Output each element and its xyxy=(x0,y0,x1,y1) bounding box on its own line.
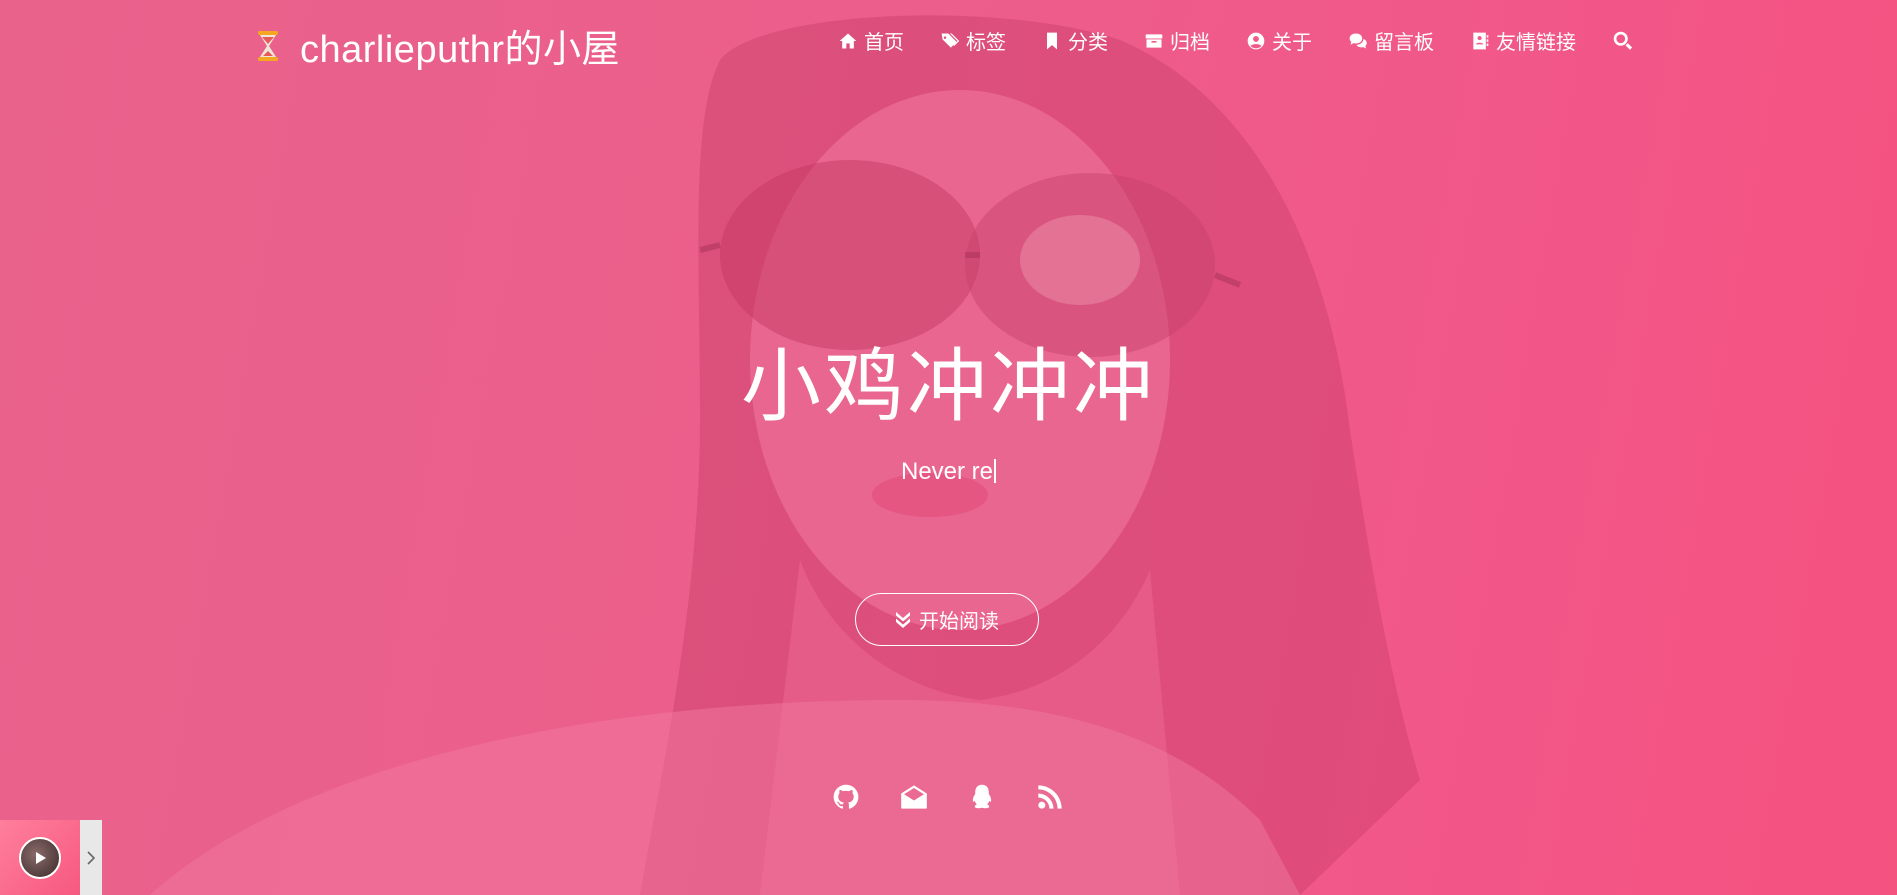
nav-item-links[interactable]: 友情链接 xyxy=(1470,26,1576,55)
double-chevron-down-icon xyxy=(896,611,910,628)
play-icon xyxy=(36,851,46,864)
user-circle-icon xyxy=(1247,32,1265,49)
github-link[interactable] xyxy=(832,783,860,811)
hero-banner: charlieputhr的小屋 首页 标签 分类 归档 关于 留言板 友情链接 … xyxy=(0,0,1897,895)
nav-item-label: 分类 xyxy=(1068,32,1108,54)
github-icon xyxy=(833,784,859,809)
search-icon xyxy=(1613,31,1633,50)
player-collapse-toggle[interactable] xyxy=(80,820,102,895)
player-cover xyxy=(0,820,80,895)
qq-link[interactable] xyxy=(968,783,996,811)
hero-heading: 小鸡冲冲冲 xyxy=(741,342,1156,431)
archive-icon xyxy=(1145,33,1163,48)
comments-icon xyxy=(1349,33,1367,48)
music-player xyxy=(0,820,102,895)
navbar: charlieputhr的小屋 首页 标签 分类 归档 关于 留言板 友情链接 xyxy=(0,0,1897,82)
nav-item-archive[interactable]: 归档 xyxy=(1144,26,1210,55)
nav-menu: 首页 标签 分类 归档 关于 留言板 友情链接 xyxy=(838,26,1633,55)
email-icon xyxy=(901,785,927,809)
nav-item-label: 标签 xyxy=(966,32,1006,54)
bookmark-icon xyxy=(1047,32,1057,49)
social-links xyxy=(832,783,1064,811)
start-reading-label: 开始阅读 xyxy=(919,611,999,633)
chevron-right-icon xyxy=(87,850,96,865)
qq-icon xyxy=(972,784,992,809)
hero-subtitle: Never re xyxy=(0,458,1897,486)
nav-item-label: 首页 xyxy=(864,32,904,54)
nav-item-about[interactable]: 关于 xyxy=(1246,26,1312,55)
nav-item-guestbook[interactable]: 留言板 xyxy=(1348,26,1434,55)
nav-item-label: 友情链接 xyxy=(1496,32,1576,54)
typing-cursor xyxy=(994,459,997,483)
search-button[interactable] xyxy=(1612,30,1633,51)
tags-icon xyxy=(941,33,960,48)
nav-item-label: 关于 xyxy=(1272,32,1312,54)
hourglass-icon xyxy=(250,28,286,64)
brand[interactable]: charlieputhr的小屋 xyxy=(250,18,620,73)
start-reading-button[interactable]: 开始阅读 xyxy=(855,593,1039,646)
nav-item-home[interactable]: 首页 xyxy=(838,26,904,55)
email-link[interactable] xyxy=(900,783,928,811)
typed-subtitle-text: Never re xyxy=(900,458,994,485)
rss-icon xyxy=(1038,785,1062,809)
nav-item-categories[interactable]: 分类 xyxy=(1042,26,1108,55)
site-title[interactable]: charlieputhr的小屋 xyxy=(300,18,620,73)
background-photo xyxy=(0,0,1897,895)
nav-item-label: 留言板 xyxy=(1374,32,1434,54)
address-book-icon xyxy=(1473,32,1489,49)
nav-item-tags[interactable]: 标签 xyxy=(940,26,1006,55)
play-button[interactable] xyxy=(19,836,61,879)
nav-item-label: 归档 xyxy=(1170,32,1210,54)
home-icon xyxy=(839,33,857,48)
rss-link[interactable] xyxy=(1036,783,1064,811)
